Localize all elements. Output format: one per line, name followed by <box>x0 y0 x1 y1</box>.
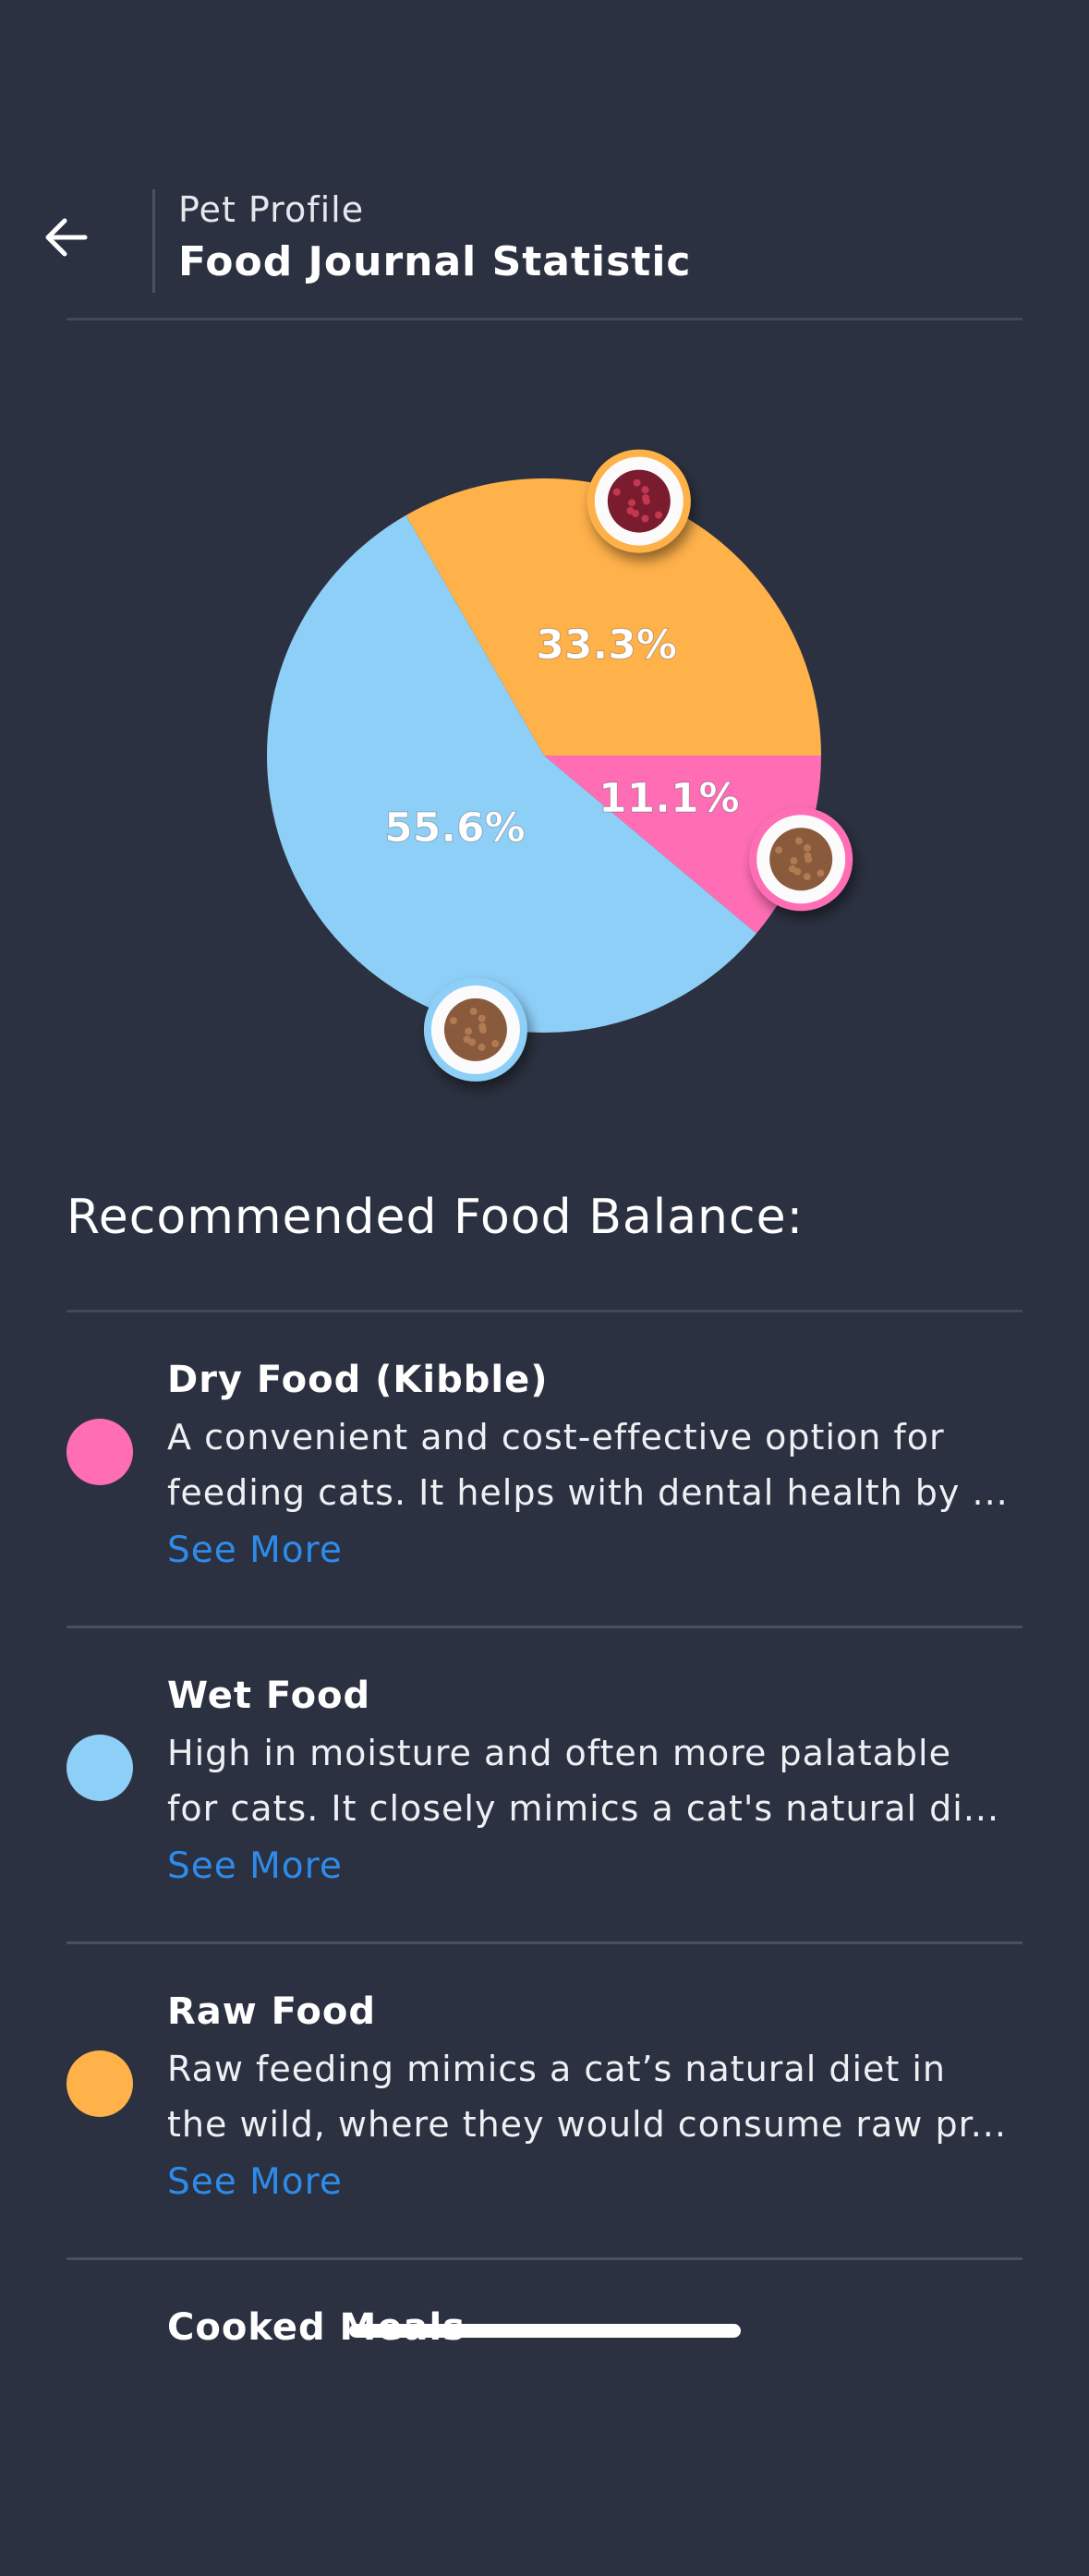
food-item-description: A convenient and cost-effective option f… <box>167 1409 1017 1520</box>
food-item-name: Wet Food <box>167 1675 371 1717</box>
page-title: Food Journal Statistic <box>178 238 692 285</box>
back-button[interactable] <box>37 208 96 267</box>
food-item-name: Raw Food <box>167 1990 376 2033</box>
legend-dot-dry <box>67 1419 133 1485</box>
dry-food-bowl-icon <box>749 807 853 912</box>
food-item-dry: Dry Food (Kibble) A convenient and cost-… <box>67 1312 1022 1628</box>
description-line: the wild, where they would consume raw p… <box>167 2104 1007 2145</box>
description-line: High in moisture and often more palatabl… <box>167 1733 951 1773</box>
food-balance-pie-chart: 11.1% 55.6% 33.3% <box>266 449 853 1082</box>
see-more-link-raw[interactable]: See More <box>167 2161 343 2203</box>
see-more-link-wet[interactable]: See More <box>167 1845 343 1887</box>
food-item-name: Dry Food (Kibble) <box>167 1359 549 1401</box>
pie-percent-label: 11.1% <box>599 775 740 822</box>
food-item-raw: Raw Food Raw feeding mimics a cat’s natu… <box>67 1944 1022 2260</box>
pie-percent-label: 33.3% <box>536 622 677 669</box>
food-item-wet: Wet Food High in moisture and often more… <box>67 1628 1022 1944</box>
arrow-left-icon <box>45 218 88 257</box>
header-subtitle: Pet Profile <box>178 189 365 230</box>
food-item-cooked: Cooked Meals <box>67 2260 1022 2576</box>
description-line: Raw feeding mimics a cat’s natural diet … <box>167 2049 947 2089</box>
pie-percent-label: 55.6% <box>384 804 526 852</box>
app-header: Pet Profile Food Journal Statistic <box>0 0 1089 323</box>
raw-food-bowl-icon <box>587 449 691 553</box>
section-title: Recommended Food Balance: <box>67 1190 805 1245</box>
legend-dot-wet <box>67 1735 133 1801</box>
description-line: for cats. It closely mimics a cat's natu… <box>167 1788 1000 1829</box>
food-item-description: High in moisture and often more palatabl… <box>167 1725 1017 1836</box>
wet-food-bowl-icon <box>423 977 527 1082</box>
food-item-description: Raw feeding mimics a cat’s natural diet … <box>167 2041 1017 2152</box>
header-divider <box>152 189 155 293</box>
see-more-link-dry[interactable]: See More <box>167 1530 343 1571</box>
description-line: A convenient and cost-effective option f… <box>167 1417 945 1457</box>
header-bottom-divider <box>67 318 1022 320</box>
legend-dot-raw <box>67 2050 133 2117</box>
description-line: feeding cats. It helps with dental healt… <box>167 1472 1009 1513</box>
home-indicator[interactable] <box>349 2324 741 2338</box>
